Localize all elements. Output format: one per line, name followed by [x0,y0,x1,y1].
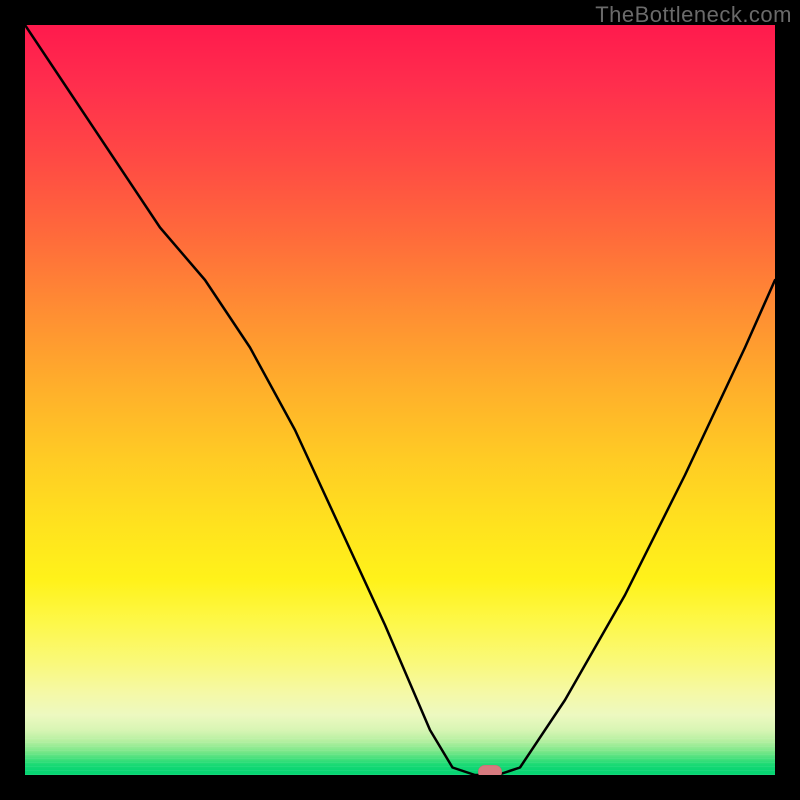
chart-frame: TheBottleneck.com [0,0,800,800]
optimal-point-marker [478,765,502,775]
plot-area [25,25,775,775]
watermark-text: TheBottleneck.com [595,2,792,28]
bottleneck-curve-svg [25,25,775,775]
bottleneck-curve-path [25,25,775,775]
